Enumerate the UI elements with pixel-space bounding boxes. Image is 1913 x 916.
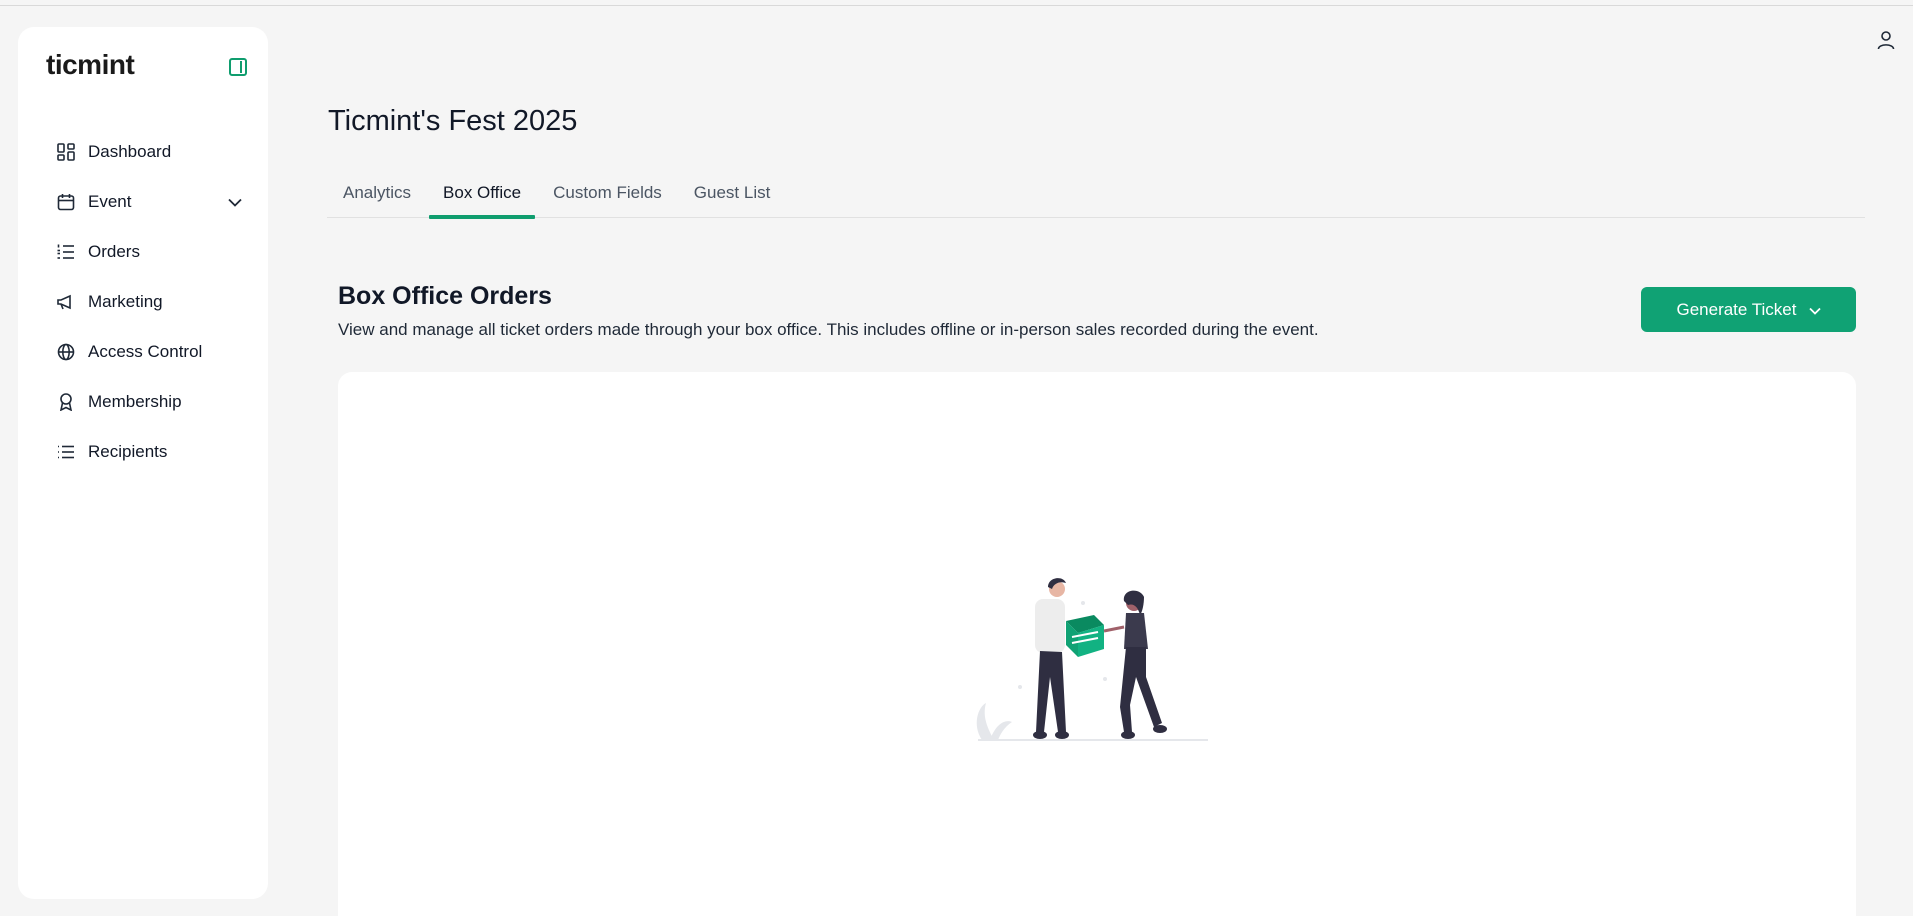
sidebar-item-marketing[interactable]: Marketing — [56, 277, 256, 327]
sidebar-collapse-icon[interactable] — [229, 58, 247, 76]
globe-icon — [56, 342, 76, 362]
tab-custom-fields[interactable]: Custom Fields — [537, 176, 678, 218]
sidebar-item-event[interactable]: Event — [56, 177, 256, 227]
sidebar-item-access-control[interactable]: Access Control — [56, 327, 256, 377]
chevron-down-icon — [1808, 300, 1821, 320]
award-icon — [56, 392, 76, 412]
sidebar-item-label: Marketing — [88, 292, 163, 311]
generate-ticket-label: Generate Ticket — [1676, 299, 1797, 319]
sidebar-item-dashboard[interactable]: Dashboard — [56, 127, 256, 177]
orders-card — [338, 372, 1856, 916]
logo: ticmint — [46, 49, 135, 80]
tab-box-office[interactable]: Box Office — [427, 176, 537, 219]
tab-guest-list[interactable]: Guest List — [678, 176, 787, 218]
list-ordered-icon — [56, 242, 76, 262]
tab-analytics[interactable]: Analytics — [327, 176, 427, 218]
tab-bar: Analytics Box Office Custom Fields Guest… — [327, 176, 1865, 219]
sidebar-item-recipients[interactable]: Recipients — [56, 427, 256, 477]
sidebar-item-label: Orders — [88, 242, 140, 261]
sidebar-item-orders[interactable]: Orders — [56, 227, 256, 277]
sidebar-item-label: Membership — [88, 392, 182, 411]
megaphone-icon — [56, 292, 76, 312]
sidebar-item-label: Access Control — [88, 342, 203, 361]
generate-ticket-button[interactable]: Generate Ticket — [1641, 287, 1856, 332]
sidebar-item-membership[interactable]: Membership — [56, 377, 256, 427]
empty-state-illustration — [976, 578, 1208, 741]
sidebar-item-label: Event — [88, 192, 132, 211]
list-icon — [56, 442, 76, 462]
sidebar-nav: Dashboard Event Orders Marketing Access … — [56, 127, 256, 477]
window-top-edge — [0, 0, 1913, 6]
section-description: View and manage all ticket orders made t… — [338, 320, 1319, 339]
sidebar: ticmint Dashboard Event Orders Marketing… — [18, 27, 268, 899]
sidebar-item-label: Dashboard — [88, 142, 172, 161]
dashboard-icon — [56, 142, 76, 162]
calendar-icon — [56, 192, 76, 212]
section-title: Box Office Orders — [338, 282, 552, 310]
user-icon[interactable] — [1876, 30, 1896, 50]
page-title: Ticmint's Fest 2025 — [328, 105, 578, 137]
sidebar-item-label: Recipients — [88, 442, 168, 461]
chevron-down-icon[interactable] — [228, 192, 242, 212]
